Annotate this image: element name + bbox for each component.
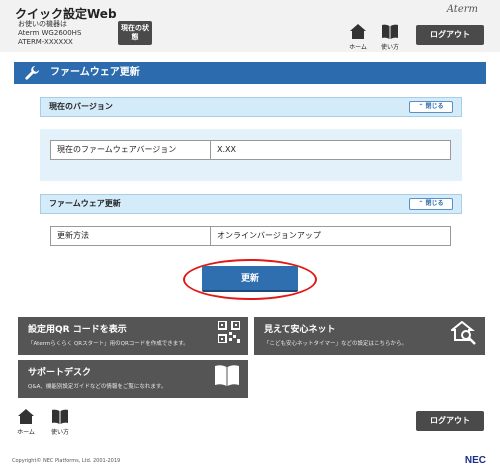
current-version-header: 現在のバージョン ⌃ 閉じる: [40, 97, 462, 117]
footer-logout-button[interactable]: ログアウト: [416, 411, 484, 431]
current-version-close-button[interactable]: ⌃ 閉じる: [409, 101, 453, 113]
firmware-version-value: X.XX: [217, 145, 236, 154]
home-label: ホーム: [349, 44, 367, 51]
header: クイック設定Web お使いの機器は Aterm WG2600HS ATERM-X…: [0, 0, 500, 52]
update-method-value: オンラインバージョンアップ: [217, 231, 321, 240]
home-search-icon: [451, 321, 476, 345]
status-button[interactable]: 現在の状態: [118, 21, 152, 45]
book-icon: [382, 24, 398, 39]
firmware-version-label: 現在のファームウェアバージョン: [51, 141, 211, 159]
device-model: Aterm WG2600HS: [18, 29, 82, 37]
close-label: 閉じる: [425, 200, 444, 207]
logout-button[interactable]: ログアウト: [416, 25, 484, 45]
update-method-row: 更新方法 オンラインバージョンアップ: [50, 226, 451, 246]
brand-logo: Aterm: [446, 4, 478, 15]
mieru-tile-title: 見えて安心ネット: [264, 325, 336, 335]
page-title-bar: ファームウェア更新: [14, 62, 486, 84]
wrench-icon: [25, 66, 39, 80]
qr-code-icon: [218, 321, 240, 343]
book-icon: [215, 365, 239, 386]
mieru-anshin-tile[interactable]: 見えて安心ネット 「こども安心ネットタイマー」などの設定はこちらから。: [254, 317, 485, 355]
chevron-up-icon: ⌃: [418, 103, 424, 110]
howto-label: 使い方: [380, 44, 399, 51]
close-label: 閉じる: [425, 103, 444, 110]
home-icon: [350, 24, 366, 39]
support-tile-desc: Q&A、機能別設定ガイドなどの情報をご覧になれます。: [28, 384, 167, 390]
chevron-up-icon: ⌃: [418, 200, 424, 207]
device-id: ATERM-XXXXXX: [18, 38, 73, 46]
footer-howto-label: 使い方: [50, 429, 69, 436]
firmware-update-header: ファームウェア更新 ⌃ 閉じる: [40, 194, 462, 214]
footer-howto-button[interactable]: 使い方: [46, 409, 74, 436]
qr-tile-title: 設定用QR コードを表示: [28, 325, 127, 335]
footer-home-button[interactable]: ホーム: [12, 409, 40, 436]
update-button[interactable]: 更新: [202, 266, 298, 292]
home-icon: [18, 409, 34, 424]
support-tile-title: サポートデスク: [28, 368, 92, 378]
home-nav-button[interactable]: ホーム: [344, 24, 372, 51]
nec-logo: NEC: [464, 455, 486, 466]
firmware-update-title: ファームウェア更新: [49, 199, 121, 208]
qr-code-tile[interactable]: 設定用QR コードを表示 「Atermらくらく QRスタート」用のQRコードを作…: [18, 317, 248, 355]
copyright: Copyright© NEC Platforms, Ltd. 2001-2019: [12, 458, 121, 464]
page-title: ファームウェア更新: [50, 67, 140, 78]
footer-home-label: ホーム: [17, 429, 35, 436]
current-version-title: 現在のバージョン: [49, 102, 113, 111]
qr-tile-desc: 「Atermらくらく QRスタート」用のQRコードを作成できます。: [28, 341, 189, 347]
current-version-row: 現在のファームウェアバージョン X.XX: [50, 140, 451, 160]
mieru-tile-desc: 「こども安心ネットタイマー」などの設定はこちらから。: [264, 341, 408, 347]
howto-nav-button[interactable]: 使い方: [376, 24, 404, 51]
book-icon: [52, 409, 68, 424]
firmware-update-close-button[interactable]: ⌃ 閉じる: [409, 198, 453, 210]
update-method-label: 更新方法: [51, 227, 211, 245]
support-desk-tile[interactable]: サポートデスク Q&A、機能別設定ガイドなどの情報をご覧になれます。: [18, 360, 248, 398]
device-label: お使いの機器は: [18, 20, 67, 28]
